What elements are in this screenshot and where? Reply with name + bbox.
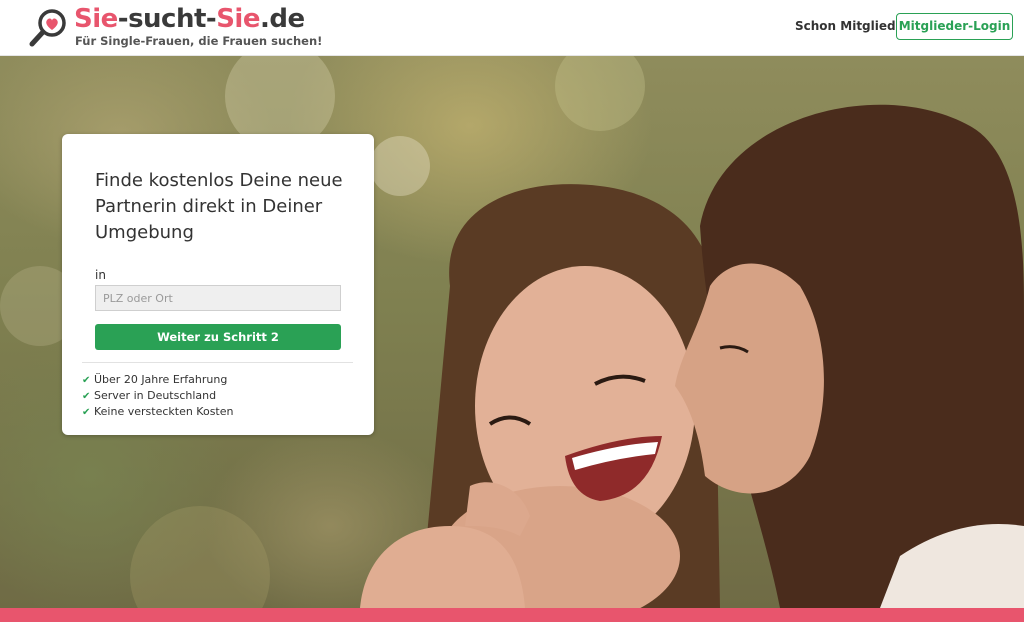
feature-item: ✔ Über 20 Jahre Erfahrung (82, 372, 233, 388)
next-step-button[interactable]: Weiter zu Schritt 2 (95, 324, 341, 350)
member-question: Schon Mitglied? (795, 19, 903, 33)
logo-word-3: Sie (216, 4, 260, 34)
check-icon: ✔ (82, 375, 91, 386)
feature-text: Server in Deutschland (94, 389, 217, 402)
feature-item: ✔ Keine versteckten Kosten (82, 404, 233, 420)
logo-word-2: -sucht- (117, 4, 217, 34)
logo-word-4: .de (259, 4, 305, 34)
member-login-button[interactable]: Mitglieder-Login (896, 13, 1013, 40)
signup-title: Finde kostenlos Deine neue Partnerin dir… (95, 170, 343, 243)
logo-word-1: Sie (74, 4, 118, 34)
bottom-accent-bar (0, 608, 1024, 622)
magnifier-heart-icon[interactable] (28, 6, 70, 48)
signup-card: Finde kostenlos Deine neue Partnerin dir… (62, 134, 374, 435)
site-header: Sie-sucht-Sie.de Für Single-Frauen, die … (0, 0, 1024, 56)
check-icon: ✔ (82, 391, 91, 402)
card-divider (82, 362, 353, 363)
feature-item: ✔ Server in Deutschland (82, 388, 233, 404)
feature-text: Keine versteckten Kosten (94, 405, 234, 418)
location-label: in (95, 268, 106, 282)
location-input[interactable] (95, 285, 341, 311)
site-tagline: Für Single-Frauen, die Frauen suchen! (75, 34, 323, 48)
feature-text: Über 20 Jahre Erfahrung (94, 373, 228, 386)
feature-list: ✔ Über 20 Jahre Erfahrung ✔ Server in Deut… (82, 372, 233, 420)
site-logo-title[interactable]: Sie-sucht-Sie.de (74, 2, 305, 36)
check-icon: ✔ (82, 407, 91, 418)
